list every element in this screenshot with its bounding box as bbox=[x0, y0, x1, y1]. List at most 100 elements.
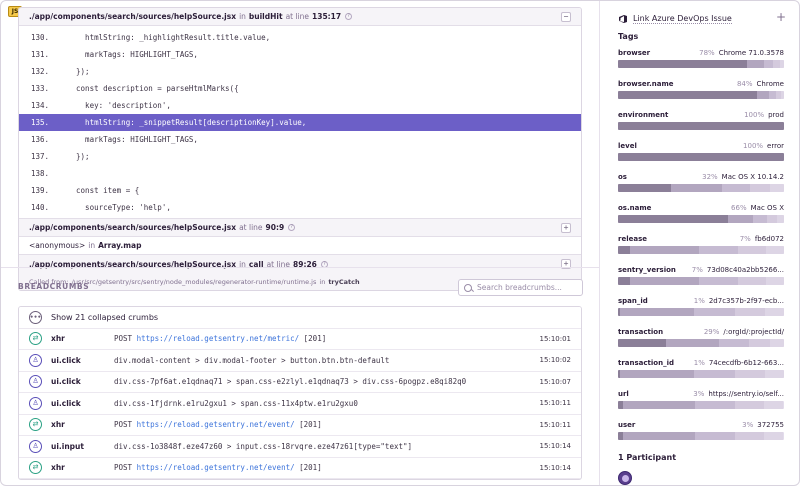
frame-file-path: ./app/components/search/sources/helpSour… bbox=[29, 12, 237, 21]
tag-url[interactable]: url 3% https://sentry.io/self... bbox=[618, 388, 784, 410]
tag-bar-segment bbox=[747, 60, 764, 68]
breadcrumbs-search[interactable] bbox=[458, 279, 583, 296]
tag-key: browser.name bbox=[618, 79, 674, 88]
link-azure-issue[interactable]: Link Azure DevOps Issue + bbox=[618, 10, 786, 26]
tag-bar-segment bbox=[764, 401, 783, 409]
code-line: 139. const item = { bbox=[19, 182, 581, 199]
tag-span-id[interactable]: span_id 1% 2d7c357b-2f97-ecb... bbox=[618, 295, 784, 317]
tag-user[interactable]: user 3% 372755 bbox=[618, 419, 784, 441]
code-text: }); bbox=[67, 152, 90, 161]
tag-key: sentry_version bbox=[618, 265, 676, 274]
breadcrumb-row[interactable]: ⇄ xhr POST https://reload.getsentry.net/ev… bbox=[19, 415, 581, 436]
tag-bar-segment bbox=[699, 277, 738, 285]
participants-title: 1 Participant bbox=[618, 453, 677, 462]
tag-distribution-bar[interactable] bbox=[618, 153, 784, 161]
tag-os-name[interactable]: os.name 66% Mac OS X bbox=[618, 202, 784, 224]
tag-transaction-id[interactable]: transaction_id 1% 74cecdfb-6b12-663... bbox=[618, 357, 784, 379]
tag-percent: 84% bbox=[736, 79, 753, 88]
link-azure-label[interactable]: Link Azure DevOps Issue bbox=[633, 14, 732, 24]
tag-key: transaction bbox=[618, 327, 664, 336]
section-divider bbox=[1, 267, 599, 268]
tag-distribution-bar[interactable] bbox=[618, 277, 784, 285]
tag-sentry-version[interactable]: sentry_version 7% 73d08c40a2bb5266... bbox=[618, 264, 784, 286]
tag-bar-segment bbox=[780, 60, 784, 68]
breadcrumb-timestamp: 15:10:14 bbox=[539, 463, 571, 472]
tag-distribution-bar[interactable] bbox=[618, 60, 784, 68]
tag-bar-segment bbox=[767, 215, 777, 223]
tag-transaction[interactable]: transaction 29%/:orgId/:projectId/ bbox=[618, 326, 784, 348]
breadcrumb-row[interactable]: ♙ ui.click div.css-7pf6at.e1qdnaq71 > span… bbox=[19, 372, 581, 393]
tag-bar-fill bbox=[618, 215, 728, 223]
tag-distribution-bar[interactable] bbox=[618, 122, 784, 130]
tag-release[interactable]: release 7% fb6d072 bbox=[618, 233, 784, 255]
help-icon[interactable]: ? bbox=[288, 224, 296, 231]
tag-value: prod bbox=[768, 110, 784, 119]
tag-bar-segment bbox=[694, 308, 735, 316]
tag-bar-segment bbox=[735, 308, 765, 316]
breadcrumb-row[interactable]: ♙ ui.click div.css-1fjdrnk.e1ru2gxu1 > spa… bbox=[19, 393, 581, 415]
search-input[interactable] bbox=[477, 283, 577, 292]
tag-os[interactable]: os 32% Mac OS X 10.14.2 bbox=[618, 171, 784, 193]
breadcrumb-category: ui.click bbox=[51, 398, 81, 408]
tag-level[interactable]: level 100% error bbox=[618, 140, 784, 162]
stack-frame-expanded[interactable]: ./app/components/search/sources/helpSour… bbox=[19, 8, 581, 26]
line-number: 140. bbox=[31, 203, 50, 212]
breadcrumb-url[interactable]: https://reload.getsentry.net/event/ bbox=[137, 463, 295, 472]
breadcrumb-url[interactable]: https://reload.getsentry.net/metric/ bbox=[137, 334, 300, 343]
breadcrumb-message: POST https://reload.getsentry.net/metric… bbox=[114, 334, 327, 344]
help-icon[interactable]: ? bbox=[345, 13, 353, 20]
code-line: 132. }); bbox=[19, 63, 581, 80]
tag-bar-segment bbox=[695, 401, 735, 409]
tag-bar-segment bbox=[620, 308, 694, 316]
stack-frame[interactable]: ./app/components/search/sources/helpSour… bbox=[19, 255, 581, 273]
tag-key: os bbox=[618, 172, 627, 181]
tag-distribution-bar[interactable] bbox=[618, 184, 784, 192]
show-collapsed-crumbs[interactable]: ••• Show 21 collapsed crumbs bbox=[19, 307, 581, 329]
add-link-icon[interactable]: + bbox=[776, 10, 786, 24]
tag-bar-fill bbox=[618, 277, 630, 285]
tag-bar-fill bbox=[618, 184, 671, 192]
breadcrumb-row[interactable]: ⇄ xhr POST https://reload.getsentry.net/ev… bbox=[19, 458, 581, 479]
code-text: }); bbox=[67, 67, 90, 76]
breadcrumb-timestamp: 15:10:07 bbox=[539, 377, 571, 386]
user-icon: ♙ bbox=[29, 439, 42, 453]
breadcrumb-url[interactable]: https://reload.getsentry.net/event/ bbox=[137, 420, 295, 429]
tag-percent: 66% bbox=[731, 203, 747, 212]
code-line: 133. const description = parseHtmlMarks(… bbox=[19, 80, 581, 97]
tag-bar-segment bbox=[757, 91, 769, 99]
tag-distribution-bar[interactable] bbox=[618, 91, 784, 99]
tag-bar-segment bbox=[750, 184, 770, 192]
stack-frame[interactable]: <anonymous> in Array.map bbox=[19, 237, 581, 255]
tag-bar-segment bbox=[770, 184, 784, 192]
expand-frame-button[interactable]: + bbox=[561, 223, 571, 233]
tag-distribution-bar[interactable] bbox=[618, 401, 784, 409]
sync-icon: ⇄ bbox=[29, 461, 42, 475]
stack-frame[interactable]: ./app/components/search/sources/helpSour… bbox=[19, 219, 581, 237]
tag-distribution-bar[interactable] bbox=[618, 246, 784, 254]
collapse-frame-button[interactable]: − bbox=[561, 12, 571, 22]
avatar[interactable] bbox=[618, 471, 632, 485]
tag-distribution-bar[interactable] bbox=[618, 308, 784, 316]
tag-distribution-bar[interactable] bbox=[618, 339, 784, 347]
breadcrumb-row[interactable]: ♙ ui.input div.css-1o3848f.eze47z60 > inpu… bbox=[19, 436, 581, 458]
tag-environment[interactable]: environment 100% prod bbox=[618, 109, 784, 131]
code-line: 137. }); bbox=[19, 148, 581, 165]
breadcrumb-row[interactable]: ⇄ xhr POST https://reload.getsentry.net/me… bbox=[19, 329, 581, 350]
tag-bar-segment bbox=[766, 246, 784, 254]
tag-bar-segment bbox=[699, 246, 738, 254]
tag-distribution-bar[interactable] bbox=[618, 370, 784, 378]
frame-function: buildHit bbox=[248, 12, 283, 21]
tag-browser-name[interactable]: browser.name 84% Chrome bbox=[618, 78, 784, 100]
tag-value: Mac OS X 10.14.2 bbox=[721, 172, 784, 181]
code-text: const item = { bbox=[67, 186, 140, 195]
tag-distribution-bar[interactable] bbox=[618, 215, 784, 223]
tag-percent: 7% bbox=[691, 265, 703, 274]
frame-file-path: ./app/components/search/sources/helpSour… bbox=[29, 223, 237, 232]
sync-icon: ⇄ bbox=[29, 332, 42, 346]
tag-bar-segment bbox=[773, 60, 780, 68]
tag-bar-segment bbox=[630, 246, 699, 254]
tag-bar-segment bbox=[781, 91, 784, 99]
tag-distribution-bar[interactable] bbox=[618, 432, 784, 440]
tag-browser[interactable]: browser 78% Chrome 71.0.3578 bbox=[618, 47, 784, 69]
breadcrumb-row[interactable]: ♙ ui.click div.modal-content > div.modal-f… bbox=[19, 350, 581, 372]
